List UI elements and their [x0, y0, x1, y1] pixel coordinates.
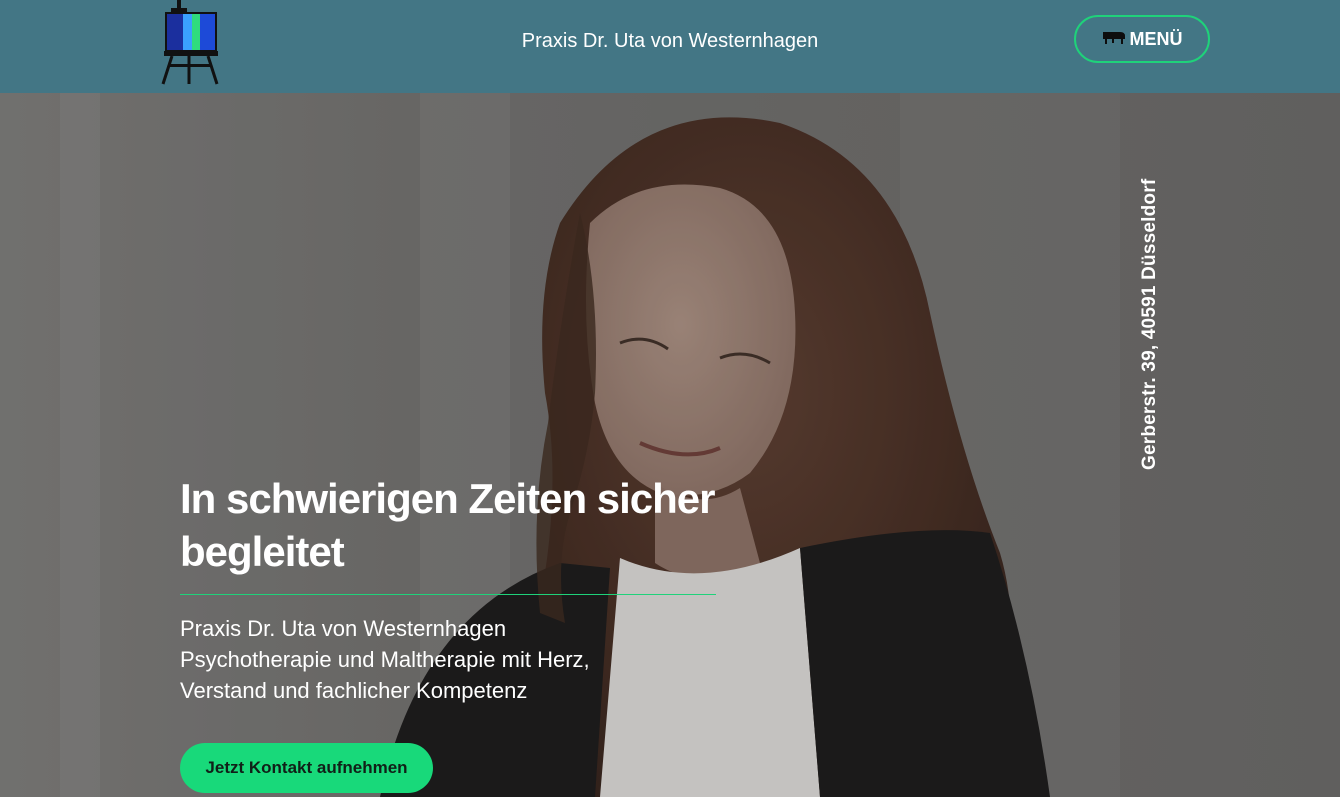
site-header: Praxis Dr. Uta von Westernhagen MENÜ: [0, 0, 1340, 93]
menu-button[interactable]: MENÜ: [1074, 15, 1210, 63]
hero-heading: In schwierigen Zeiten sicher begleitet: [180, 475, 716, 575]
subtitle-line: Psychotherapie und Maltherapie mit Herz,: [180, 647, 590, 672]
subtitle-line: Verstand und fachlicher Kompetenz: [180, 678, 528, 703]
menu-label: MENÜ: [1129, 28, 1183, 49]
contact-cta-button[interactable]: Jetzt Kontakt aufnehmen: [180, 743, 433, 793]
heading-divider: [180, 594, 716, 595]
hero-subtitle: Praxis Dr. Uta von Westernhagen Psychoth…: [180, 613, 740, 706]
address-text: Gerberstr. 39, 40591 Düsseldorf: [1139, 178, 1160, 470]
piano-icon: [1102, 29, 1126, 49]
subtitle-line: Praxis Dr. Uta von Westernhagen: [180, 616, 507, 641]
